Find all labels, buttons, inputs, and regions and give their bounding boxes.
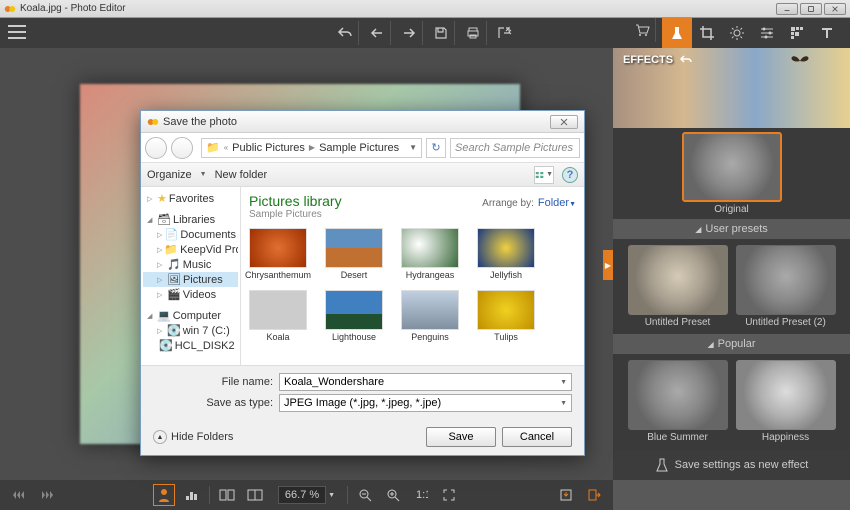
nav-back-button[interactable] [145, 137, 167, 159]
menu-button[interactable] [8, 25, 26, 42]
import-icon[interactable] [555, 484, 577, 506]
thumb-jellyfish[interactable]: Jellyfish [477, 228, 535, 280]
dialog-titlebar: Save the photo [141, 111, 584, 133]
app-logo-icon [4, 3, 16, 15]
histogram-icon[interactable] [181, 484, 203, 506]
thumb-hydrangeas[interactable]: Hydrangeas [401, 228, 459, 280]
tab-effects[interactable] [662, 18, 692, 48]
export-arrow-icon[interactable] [583, 484, 605, 506]
thumb-tulips[interactable]: Tulips [477, 290, 535, 342]
tab-pixelate[interactable] [782, 18, 812, 48]
hide-folders-button[interactable]: ▲Hide Folders [153, 430, 233, 444]
butterfly-icon [790, 53, 810, 72]
arrange-by-value[interactable]: Folder [538, 197, 569, 209]
cancel-button[interactable]: Cancel [502, 427, 572, 447]
sidebar-collapse-handle[interactable]: ▶ [603, 250, 613, 280]
tab-text[interactable] [812, 18, 842, 48]
dialog-fields: File name: Koala_Wondershare▼ Save as ty… [141, 365, 584, 419]
filename-label: File name: [201, 376, 273, 388]
savetype-select[interactable]: JPEG Image (*.jpg, *.jpeg, *.jpe)▼ [279, 394, 572, 412]
window-title: Koala.jpg - Photo Editor [20, 3, 776, 14]
fit-icon[interactable]: 1:1 [410, 484, 432, 506]
save-button[interactable]: Save [426, 427, 496, 447]
flask-icon [655, 457, 669, 473]
svg-text:1:1: 1:1 [416, 489, 428, 501]
print-icon[interactable] [459, 21, 487, 45]
help-button[interactable]: ? [562, 167, 578, 183]
breadcrumb[interactable]: 📁 « Public Pictures ▶ Sample Pictures ▼ [201, 138, 422, 158]
dialog-close-button[interactable] [550, 115, 578, 129]
effects-sidebar: EFFECTS Original ◢User presets Untitled … [613, 48, 850, 480]
dialog-toolbar: Organize▼ New folder ▼ ? [141, 163, 584, 187]
next-icon[interactable] [395, 21, 423, 45]
main-toolbar [0, 18, 850, 48]
organize-menu[interactable]: Organize [147, 169, 192, 181]
step-back-icon[interactable] [8, 484, 30, 506]
savetype-label: Save as type: [201, 397, 273, 409]
search-input[interactable]: Search Sample Pictures [450, 138, 580, 158]
step-fwd-icon[interactable] [36, 484, 58, 506]
bottom-toolbar: 66.7 % ▼ 1:1 [0, 480, 613, 510]
tree-pictures-selected: ▷🖼 Pictures [143, 272, 238, 287]
save-dialog: Save the photo 📁 « Public Pictures ▶ Sam… [140, 110, 585, 456]
maximize-button[interactable] [800, 3, 822, 15]
folder-icon: 📁 [206, 141, 220, 154]
thumb-happiness[interactable] [736, 360, 836, 430]
fullscreen-icon[interactable] [438, 484, 460, 506]
thumb-lighthouse[interactable]: Lighthouse [325, 290, 383, 342]
dialog-nav: 📁 « Public Pictures ▶ Sample Pictures ▼ … [141, 133, 584, 163]
filename-input[interactable]: Koala_Wondershare▼ [279, 373, 572, 391]
tab-brightness[interactable] [722, 18, 752, 48]
folder-tree[interactable]: ▷★ Favorites ◢🗃 Libraries ▷📄 Documents ▷… [141, 187, 241, 365]
undo-icon[interactable] [331, 21, 359, 45]
minimize-button[interactable] [776, 3, 798, 15]
tab-crop[interactable] [692, 18, 722, 48]
user-presets-header[interactable]: ◢User presets [613, 219, 850, 239]
save-effect-label: Save settings as new effect [675, 459, 809, 471]
zoom-dropdown-icon[interactable]: ▼ [328, 492, 335, 499]
refresh-button[interactable]: ↻ [426, 138, 446, 158]
thumb-chrysanthemum[interactable]: Chrysanthemum [249, 228, 307, 280]
effects-undo-icon[interactable] [679, 54, 693, 69]
effects-header: EFFECTS [613, 48, 850, 128]
view-button[interactable]: ▼ [534, 166, 554, 184]
thumb-penguins[interactable]: Penguins [401, 290, 459, 342]
person-icon[interactable] [153, 484, 175, 506]
new-folder-button[interactable]: New folder [215, 169, 268, 181]
thumb-original-label: Original [714, 204, 748, 215]
popular-header[interactable]: ◢Popular [613, 334, 850, 354]
library-subtitle: Sample Pictures [249, 209, 342, 220]
zoom-in-icon[interactable] [382, 484, 404, 506]
zoom-value[interactable]: 66.7 % [278, 486, 326, 504]
save-icon[interactable] [427, 21, 455, 45]
library-title: Pictures library [249, 193, 342, 209]
dialog-footer: ▲Hide Folders Save Cancel [141, 419, 584, 455]
dialog-logo-icon [147, 116, 159, 128]
window-titlebar: Koala.jpg - Photo Editor [0, 0, 850, 18]
nav-fwd-button[interactable] [171, 137, 193, 159]
thumb-koala[interactable]: Koala [249, 290, 307, 342]
export-icon[interactable] [491, 21, 519, 45]
cart-icon[interactable] [628, 18, 656, 42]
arrange-by-label: Arrange by: [482, 198, 534, 209]
thumb-preset-2[interactable] [736, 245, 836, 315]
effects-title: EFFECTS [623, 54, 673, 66]
tab-adjust[interactable] [752, 18, 782, 48]
sidebar-footer[interactable]: Save settings as new effect [613, 450, 850, 480]
file-grid: Pictures library Sample Pictures Arrange… [241, 187, 584, 365]
compare-icon[interactable] [216, 484, 238, 506]
prev-icon[interactable] [363, 21, 391, 45]
thumb-desert[interactable]: Desert [325, 228, 383, 280]
thumb-preset-1[interactable] [628, 245, 728, 315]
split-icon[interactable] [244, 484, 266, 506]
close-button[interactable] [824, 3, 846, 15]
dialog-title: Save the photo [163, 116, 550, 128]
thumb-blue-summer[interactable] [628, 360, 728, 430]
thumb-original[interactable] [682, 132, 782, 202]
zoom-out-icon[interactable] [354, 484, 376, 506]
